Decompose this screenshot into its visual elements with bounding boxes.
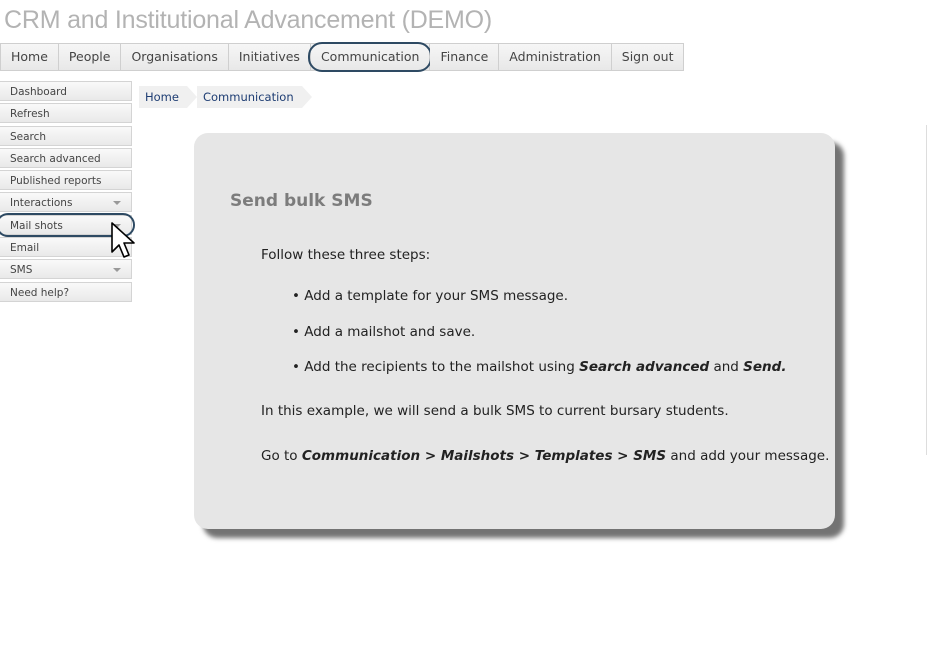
sidebar-item-need-help[interactable]: Need help? xyxy=(0,281,132,302)
mouse-pointer-icon xyxy=(111,222,135,258)
sidebar-menu: Dashboard Refresh Search Search advanced… xyxy=(0,81,135,304)
nav-tab-finance[interactable]: Finance xyxy=(430,44,500,70)
right-edge-divider xyxy=(926,125,931,455)
nav-tab-people[interactable]: People xyxy=(58,44,122,70)
card-heading: Send bulk SMS xyxy=(230,191,373,211)
goto-path: Communication > Mailshots > Templates > … xyxy=(301,448,667,464)
nav-tab-communication[interactable]: Communication xyxy=(307,42,432,72)
step-3-term-search-advanced: Search advanced xyxy=(579,359,710,375)
step-3: • Add the recipients to the mailshot usi… xyxy=(292,359,787,375)
card-intro: Follow these three steps: xyxy=(261,247,431,263)
sidebar-item-label: Email xyxy=(10,242,40,255)
breadcrumb-home[interactable]: Home xyxy=(139,86,197,108)
instruction-card: Send bulk SMS Follow these three steps: … xyxy=(194,133,835,529)
sidebar-item-label: Refresh xyxy=(10,108,50,121)
sidebar-item-refresh[interactable]: Refresh xyxy=(0,103,132,124)
step-1-text: Add a template for your SMS message. xyxy=(304,288,569,304)
sidebar-item-label: Search advanced xyxy=(10,152,101,165)
sidebar-item-sms[interactable]: SMS xyxy=(0,259,132,280)
goto-instruction: Go to Communication > Mailshots > Templa… xyxy=(261,448,829,464)
chevron-down-icon xyxy=(113,268,121,273)
breadcrumb-communication[interactable]: Communication xyxy=(196,86,312,108)
sidebar-item-label: SMS xyxy=(10,264,33,277)
sidebar-item-label: Mail shots xyxy=(10,219,63,232)
step-3-term-send: Send. xyxy=(743,359,787,375)
sidebar-item-search[interactable]: Search xyxy=(0,125,132,146)
sidebar-item-dashboard[interactable]: Dashboard xyxy=(0,81,132,101)
sidebar-item-label: Dashboard xyxy=(10,86,67,98)
sidebar-item-label: Need help? xyxy=(10,286,70,299)
app-title: CRM and Institutional Advancement (DEMO) xyxy=(4,6,493,34)
step-2: • Add a mailshot and save. xyxy=(292,324,476,340)
goto-suffix: and add your message. xyxy=(670,448,830,464)
goto-prefix: Go to xyxy=(261,448,298,464)
sidebar-item-published-reports[interactable]: Published reports xyxy=(0,170,132,191)
sidebar-item-label: Search xyxy=(10,130,47,143)
breadcrumb: Home Communication xyxy=(139,86,312,108)
nav-tab-sign-out[interactable]: Sign out xyxy=(611,44,684,70)
top-navigation: Home People Organisations Initiatives Co… xyxy=(0,42,685,72)
nav-tab-administration[interactable]: Administration xyxy=(499,44,612,70)
step-3-conjunction: and xyxy=(713,359,739,375)
example-text: In this example, we will send a bulk SMS… xyxy=(261,403,729,419)
step-1: • Add a template for your SMS message. xyxy=(292,288,569,304)
chevron-down-icon xyxy=(113,201,121,206)
sidebar-item-interactions[interactable]: Interactions xyxy=(0,192,132,213)
step-2-text: Add a mailshot and save. xyxy=(304,324,476,340)
step-3-text: Add the recipients to the mailshot using xyxy=(304,359,575,375)
nav-tab-organisations[interactable]: Organisations xyxy=(121,44,229,70)
sidebar-item-label: Published reports xyxy=(10,175,102,188)
sidebar-item-search-advanced[interactable]: Search advanced xyxy=(0,147,132,168)
sidebar-item-label: Interactions xyxy=(10,197,73,210)
nav-tab-home[interactable]: Home xyxy=(1,44,59,70)
nav-tab-initiatives[interactable]: Initiatives xyxy=(228,44,311,70)
